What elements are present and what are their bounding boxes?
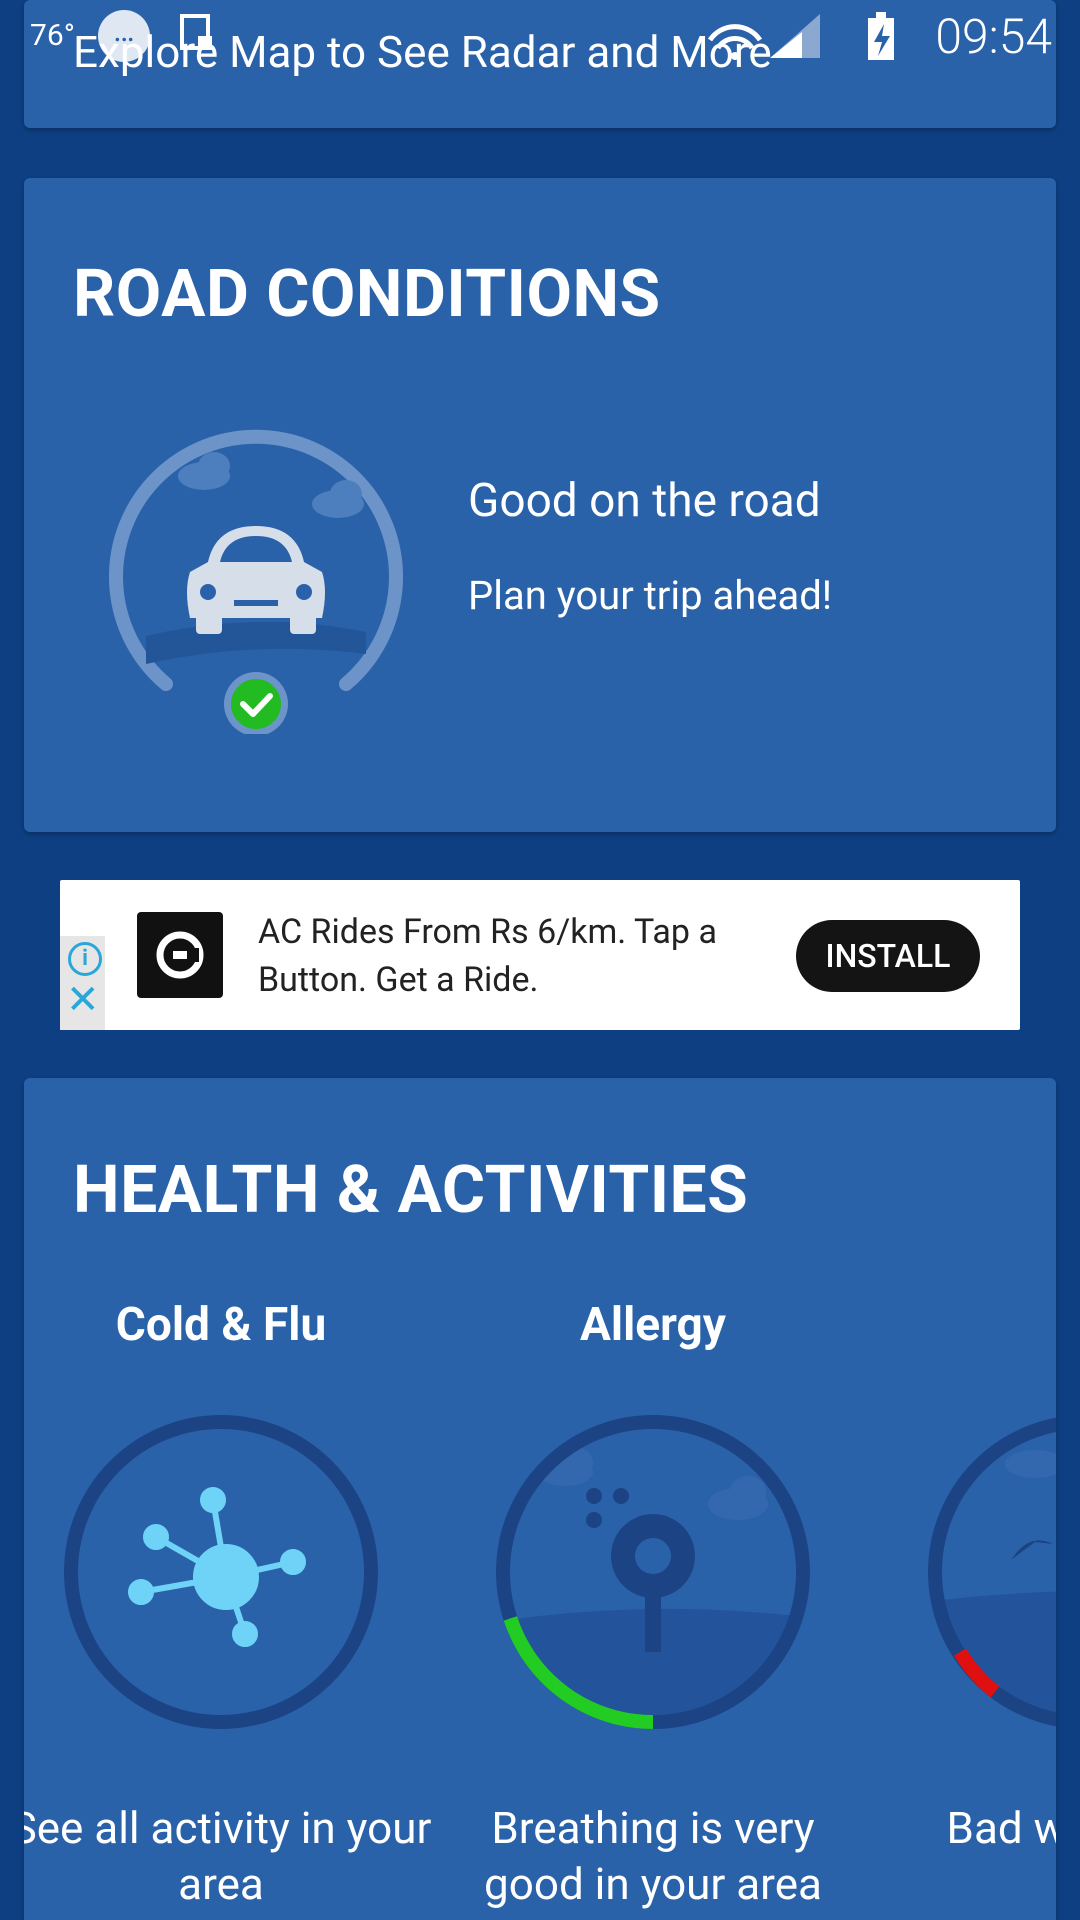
wifi-icon bbox=[707, 24, 763, 60]
install-button[interactable]: INSTALL bbox=[796, 920, 980, 992]
uber-logo-icon bbox=[137, 912, 223, 998]
battery-charging-icon bbox=[868, 12, 894, 60]
info-icon[interactable]: i bbox=[68, 942, 102, 976]
pollen-icon bbox=[496, 1415, 810, 1729]
health-activities-card: HEALTH & ACTIVITIES Cold & Flu See all a… bbox=[24, 1078, 1056, 1920]
road-conditions-title: ROAD CONDITIONS bbox=[73, 256, 661, 333]
activity-name: Cold & Flu bbox=[115, 1298, 327, 1352]
close-icon[interactable]: ✕ bbox=[66, 980, 100, 1020]
activity-name: G bbox=[870, 1298, 1056, 1368]
road-gauge bbox=[109, 429, 403, 734]
ad-banner[interactable]: i ✕ AC Rides From Rs 6/km. Tap a Button.… bbox=[60, 880, 1020, 1030]
car-icon bbox=[187, 526, 325, 634]
road-conditions-card[interactable]: ROAD CONDITIONS Good on the road Plan yo… bbox=[24, 178, 1056, 832]
road-icon bbox=[146, 621, 366, 664]
activity-allergy[interactable]: Allergy Breathing is very good in your a… bbox=[438, 1298, 868, 1912]
check-icon bbox=[224, 672, 288, 734]
activity-description: See all activity in your area bbox=[24, 1802, 432, 1910]
activity-cold-flu[interactable]: Cold & Flu See all activity in your area bbox=[24, 1298, 436, 1912]
status-icons bbox=[707, 12, 894, 60]
ad-text: AC Rides From Rs 6/km. Tap a Button. Get… bbox=[258, 912, 717, 1000]
temperature-label: 76° bbox=[30, 18, 75, 53]
dots-icon: … bbox=[98, 10, 150, 62]
status-bar: 76° … 09:54 bbox=[0, 0, 1080, 72]
activity-description: Breathing is very good in your area bbox=[484, 1802, 822, 1910]
road-status-main: Good on the road bbox=[468, 474, 821, 528]
activity-description: Bad w day & B bbox=[946, 1802, 1056, 1854]
health-activities-title: HEALTH & ACTIVITIES bbox=[73, 1152, 749, 1229]
download-icon bbox=[180, 14, 212, 50]
activity-name: Allergy bbox=[580, 1298, 726, 1352]
activity-icon bbox=[928, 1417, 1056, 1727]
activity-third[interactable]: G Bad w day & B bbox=[870, 1298, 1056, 1856]
clock: 09:54 bbox=[935, 8, 1052, 65]
road-status-sub: Plan your trip ahead! bbox=[468, 572, 833, 619]
virus-icon bbox=[64, 1415, 378, 1729]
signal-icon bbox=[770, 14, 820, 58]
